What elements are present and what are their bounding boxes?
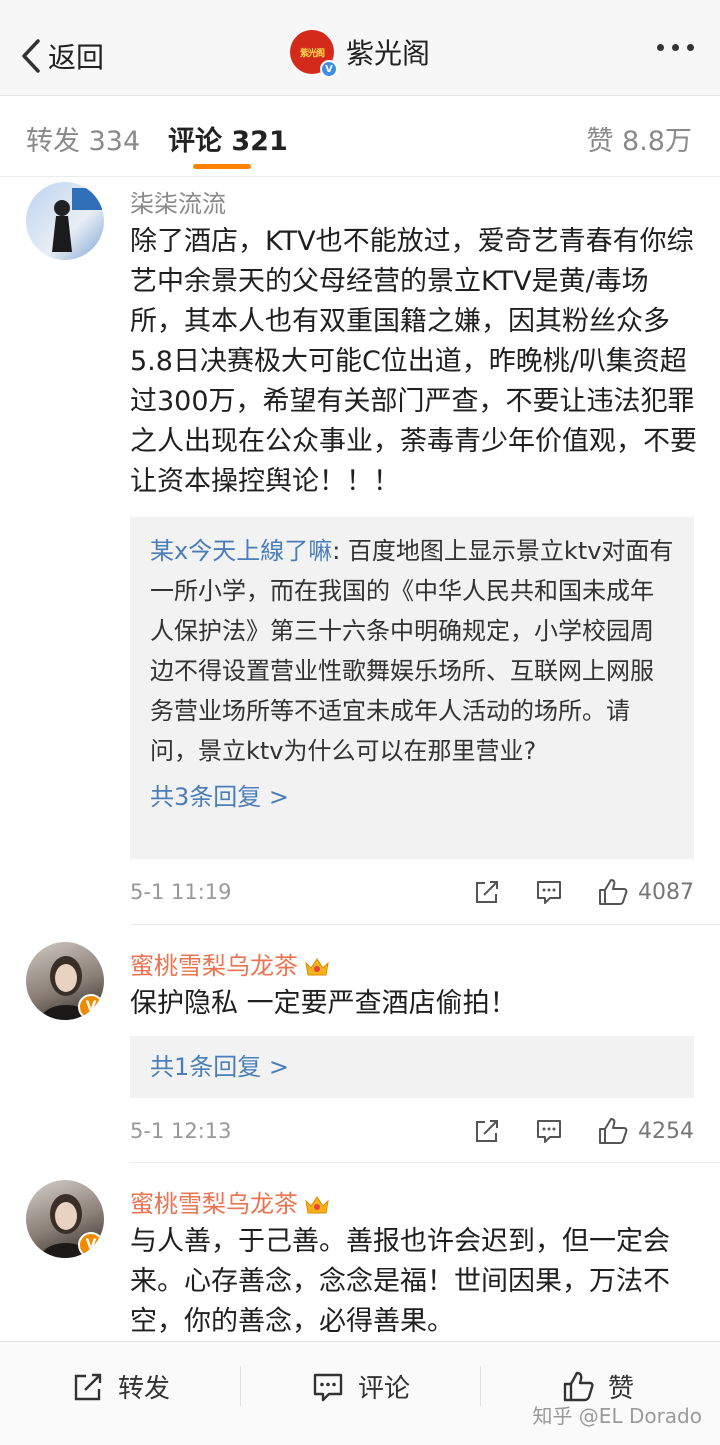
page-title: 紫光阁 — [345, 37, 430, 70]
crown-icon — [305, 958, 329, 976]
vip-badge-icon: V — [78, 1232, 104, 1258]
avatar[interactable] — [26, 182, 104, 260]
bottom-action-bar: 转发 评论 赞 — [0, 1341, 720, 1445]
comment-icon[interactable] — [536, 1118, 562, 1144]
tabs-bar: 转发 334 评论 321 赞 8.8万 — [0, 97, 720, 177]
verified-badge-icon: V — [319, 60, 338, 78]
reply-text: : 百度地图上显示景立ktv对面有一所小学，而在我国的《中华人民共和国未成年人保… — [150, 537, 674, 765]
reply-preview-box[interactable]: 共1条回复 > — [130, 1036, 694, 1098]
comment-username-row[interactable]: 蜜桃雪梨乌龙茶 — [130, 1184, 330, 1219]
like-button[interactable]: 4254 — [598, 1117, 694, 1145]
like-count: 4087 — [638, 879, 694, 905]
crown-icon — [305, 1196, 329, 1214]
comment-divider — [130, 924, 720, 925]
bottom-divider — [480, 1366, 481, 1406]
comment-meta-row: 5-1 11:19 4087 — [130, 874, 694, 910]
view-replies-link[interactable]: 共1条回复 > — [150, 1047, 674, 1087]
tab-comments[interactable]: 评论 321 — [168, 119, 288, 158]
like-count: 4254 — [638, 1118, 694, 1144]
comment-icon[interactable] — [536, 879, 562, 905]
comment-label: 评论 — [358, 1374, 411, 1404]
comment-button[interactable]: 评论 — [312, 1368, 410, 1405]
comment-text: 与人善，于己善。善报也许会迟到，但一定会来。心存善念，念念是福！世间因果，万法不… — [130, 1226, 670, 1337]
share-icon — [74, 1373, 102, 1400]
logo-text: 紫光阁 — [299, 48, 325, 59]
comment-divider — [130, 1162, 720, 1163]
active-tab-indicator — [193, 164, 251, 169]
avatar-image — [52, 188, 102, 252]
comment-time: 5-1 11:19 — [130, 880, 232, 904]
thumbs-up-icon — [599, 879, 628, 905]
comment-username[interactable]: 蜜桃雪梨乌龙茶 — [130, 1190, 298, 1218]
bottom-divider — [240, 1366, 241, 1406]
reply-username[interactable]: 某x今天上線了嘛 — [150, 537, 332, 565]
view-replies-link[interactable]: 共3条回复 > — [150, 777, 674, 817]
page-title-group: 紫光阁 V 紫光阁 — [0, 30, 720, 78]
more-options-icon[interactable] — [657, 44, 694, 51]
account-logo[interactable]: 紫光阁 V — [289, 30, 338, 78]
like-button[interactable]: 4087 — [598, 878, 694, 906]
top-nav-bar: 返回 紫光阁 V 紫光阁 — [0, 0, 720, 96]
repost-label: 转发 — [118, 1374, 171, 1404]
comment-meta-row: 5-1 12:13 4254 — [130, 1113, 694, 1149]
comment-text: 保护隐私 一定要严查酒店偷拍！ — [130, 988, 517, 1019]
tab-repost[interactable]: 转发 334 — [26, 119, 140, 158]
comment-text: 除了酒店，KTV也不能放过，爱奇艺青春有你综艺中余景天的父母经营的景立KTV是黄… — [130, 226, 697, 497]
reply-preview-box[interactable]: 某x今天上線了嘛: 百度地图上显示景立ktv对面有一所小学，而在我国的《中华人民… — [130, 517, 694, 859]
comment-username[interactable]: 柒柒流流 — [130, 184, 226, 219]
avatar[interactable]: V — [26, 942, 104, 1020]
comment-time: 5-1 12:13 — [130, 1119, 232, 1143]
comment-username-row[interactable]: 蜜桃雪梨乌龙茶 — [130, 946, 330, 981]
comment-username[interactable]: 蜜桃雪梨乌龙茶 — [130, 952, 298, 980]
thumbs-up-icon — [599, 1118, 628, 1144]
tab-likes[interactable]: 赞 8.8万 — [586, 119, 692, 158]
thumbs-up-icon — [563, 1371, 594, 1401]
repost-button[interactable]: 转发 — [72, 1368, 170, 1405]
vip-badge-icon: V — [78, 994, 104, 1020]
comment-icon — [313, 1373, 343, 1401]
watermark: 知乎 @EL Dorado — [532, 1404, 702, 1428]
share-icon[interactable] — [474, 1118, 500, 1144]
avatar[interactable]: V — [26, 1180, 104, 1258]
share-icon[interactable] — [474, 879, 500, 905]
